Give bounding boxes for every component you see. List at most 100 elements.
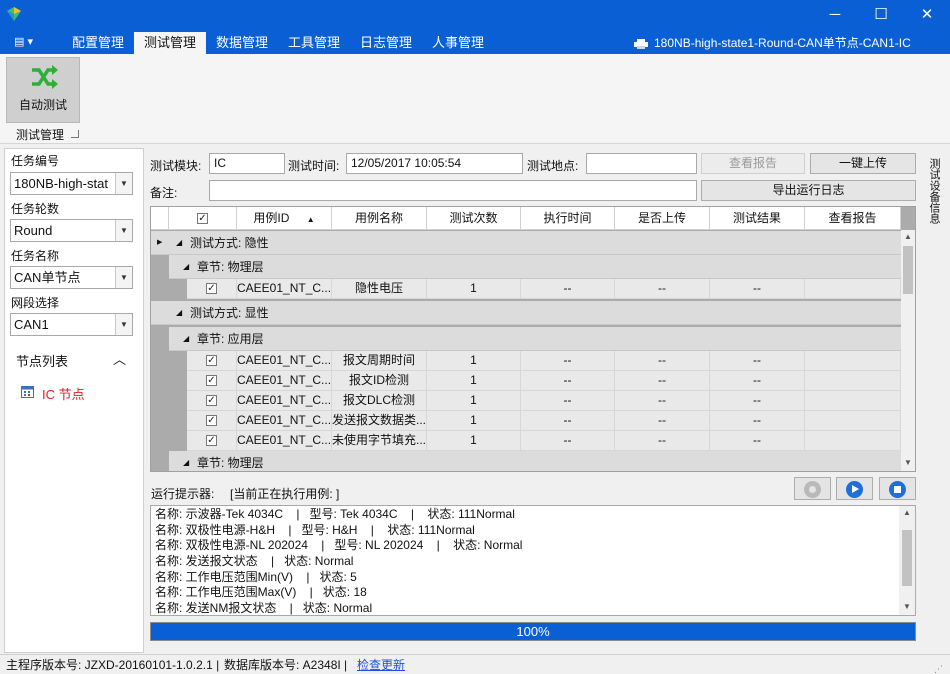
table-row[interactable]: ✓ CAEE01_NT_C... 报文周期时间 1 -- -- -- — [187, 351, 901, 371]
grid-header-count[interactable]: 测试次数 — [427, 207, 521, 230]
collapse-group-icon[interactable]: ◢ — [176, 231, 182, 255]
collapse-group-icon[interactable]: ◢ — [183, 327, 189, 351]
chevron-down-icon: ▼ — [115, 314, 132, 335]
row-checkbox-cell[interactable]: ✓ — [187, 411, 237, 431]
exec-time-cell: -- — [521, 431, 615, 451]
count-cell: 1 — [427, 351, 521, 371]
report-cell[interactable] — [805, 431, 901, 451]
task-round-select[interactable]: Round ▼ — [10, 219, 133, 242]
view-report-button[interactable]: 查看报告 — [701, 153, 805, 174]
grid-header-case-name[interactable]: 用例名称 — [332, 207, 427, 230]
table-row[interactable]: ✓ CAEE01_NT_C... 发送报文数据类... 1 -- -- -- — [187, 411, 901, 431]
scroll-up-icon[interactable]: ▲ — [899, 508, 915, 517]
run-log[interactable]: 名称: 示波器-Tek 4034C | 型号: Tek 4034C | 状态: … — [150, 505, 916, 616]
play-button[interactable] — [836, 477, 873, 500]
tab-config[interactable]: 配置管理 — [66, 32, 130, 54]
task-name-select[interactable]: CAN单节点 ▼ — [10, 266, 133, 289]
segment-select[interactable]: CAN1 ▼ — [10, 313, 133, 336]
report-cell[interactable] — [805, 371, 901, 391]
play-icon — [846, 481, 863, 498]
group-label: 测试方式: 显性 — [190, 306, 269, 320]
device-info-side-tab[interactable]: 测试设备信息 — [926, 158, 940, 224]
row-checkbox-cell[interactable]: ✓ — [187, 431, 237, 451]
chapter-row-application[interactable]: ◢ 章节: 应用层 — [169, 327, 901, 351]
grid-header-result[interactable]: 测试结果 — [710, 207, 805, 230]
group-row-recessive[interactable]: ▶ ◢ 测试方式: 隐性 — [151, 231, 901, 255]
row-checkbox-cell[interactable]: ✓ — [187, 391, 237, 411]
group-expand-icon[interactable] — [71, 130, 79, 138]
auto-test-button[interactable]: 自动测试 — [6, 57, 80, 123]
scroll-down-icon[interactable]: ▼ — [900, 458, 915, 467]
scroll-up-icon[interactable]: ▲ — [900, 232, 915, 241]
settings-button[interactable] — [794, 477, 831, 500]
row-checkbox-cell[interactable]: ✓ — [187, 371, 237, 391]
grid-header-select-all[interactable]: ✓ — [169, 207, 237, 230]
grid-header-case-id[interactable]: 用例ID ▲ — [237, 207, 332, 230]
tab-logs[interactable]: 日志管理 — [354, 32, 418, 54]
checkbox-icon[interactable]: ✓ — [206, 283, 217, 295]
collapse-group-icon[interactable]: ◢ — [183, 255, 189, 279]
tab-test[interactable]: 测试管理 — [134, 32, 206, 54]
group-label: 测试方式: 隐性 — [190, 236, 269, 250]
group-row-dominant[interactable]: ◢ 测试方式: 显性 — [151, 301, 901, 325]
check-update-link[interactable]: 检查更新 — [357, 655, 405, 674]
uploaded-cell: -- — [615, 351, 710, 371]
main-version-text: 主程序版本号: JZXD-20160101-1.0.2.1 | — [6, 658, 220, 672]
scroll-thumb[interactable] — [903, 246, 913, 294]
grid-header-report[interactable]: 查看报告 — [805, 207, 901, 230]
row-checkbox-cell[interactable]: ✓ — [187, 279, 237, 299]
collapse-icon[interactable]: ︿ — [113, 349, 126, 368]
checkbox-icon[interactable]: ✓ — [206, 415, 217, 427]
checkbox-icon[interactable]: ✓ — [206, 395, 217, 407]
chapter-row-physical-2[interactable]: ◢ 章节: 物理层 — [169, 451, 901, 471]
table-row[interactable]: ✓ CAEE01_NT_C... 报文ID检测 1 -- -- -- — [187, 371, 901, 391]
time-field[interactable]: 12/05/2017 10:05:54 — [346, 153, 523, 174]
report-cell[interactable] — [805, 411, 901, 431]
remark-label: 备注: — [150, 186, 178, 200]
tab-personnel[interactable]: 人事管理 — [426, 32, 490, 54]
grid-header-uploaded[interactable]: 是否上传 — [615, 207, 710, 230]
stop-button[interactable] — [879, 477, 916, 500]
grid-scrollbar[interactable]: ▲ ▼ — [901, 230, 915, 471]
printer-icon — [634, 38, 648, 49]
node-item-ic[interactable]: IC 节点 — [42, 384, 85, 403]
upload-button[interactable]: 一键上传 — [810, 153, 916, 174]
minimize-button[interactable]: ─ — [812, 0, 858, 32]
checkbox-icon[interactable]: ✓ — [206, 375, 217, 387]
chapter-row-physical[interactable]: ◢ 章节: 物理层 — [169, 255, 901, 279]
checkbox-icon[interactable]: ✓ — [206, 355, 217, 367]
result-cell: -- — [710, 371, 805, 391]
collapse-group-icon[interactable]: ◢ — [176, 301, 182, 325]
db-version-text: 数据库版本号: A2348I | — [224, 658, 348, 672]
report-cell[interactable] — [805, 351, 901, 371]
task-no-select[interactable]: 180NB-high-stat ▼ — [10, 172, 133, 195]
chevron-down-icon: ▼ — [115, 173, 132, 194]
report-cell[interactable] — [805, 279, 901, 299]
tab-tools[interactable]: 工具管理 — [282, 32, 346, 54]
maximize-button[interactable]: ☐ — [858, 0, 904, 32]
table-row[interactable]: ✓ CAEE01_NT_C... 未使用字节填充... 1 -- -- -- — [187, 431, 901, 451]
module-field[interactable]: IC — [209, 153, 285, 174]
document-title: 180NB-high-state1-Round-CAN单节点-CAN1-IC — [654, 36, 911, 50]
scroll-thumb[interactable] — [902, 530, 912, 586]
remark-field[interactable] — [209, 180, 697, 201]
checkbox-icon[interactable]: ✓ — [197, 213, 208, 225]
result-cell: -- — [710, 391, 805, 411]
app-menu-button[interactable]: ▤ ▾ — [14, 34, 44, 50]
result-cell: -- — [710, 411, 805, 431]
table-row[interactable]: ✓ CAEE01_NT_C... 隐性电压 1 -- -- -- — [187, 279, 901, 299]
checkbox-icon[interactable]: ✓ — [206, 435, 217, 447]
scroll-down-icon[interactable]: ▼ — [899, 602, 915, 611]
export-log-button[interactable]: 导出运行日志 — [701, 180, 916, 201]
log-scrollbar[interactable]: ▲ ▼ — [899, 506, 915, 615]
tab-data[interactable]: 数据管理 — [210, 32, 274, 54]
gear-icon — [804, 481, 821, 498]
report-cell[interactable] — [805, 391, 901, 411]
table-row[interactable]: ✓ CAEE01_NT_C... 报文DLC检测 1 -- -- -- — [187, 391, 901, 411]
grid-header-exec-time[interactable]: 执行时间 — [521, 207, 615, 230]
resize-grip-icon[interactable]: ⋰ — [934, 659, 946, 674]
collapse-group-icon[interactable]: ◢ — [183, 451, 189, 471]
row-checkbox-cell[interactable]: ✓ — [187, 351, 237, 371]
location-field[interactable] — [586, 153, 697, 174]
close-button[interactable]: ✕ — [904, 0, 950, 32]
